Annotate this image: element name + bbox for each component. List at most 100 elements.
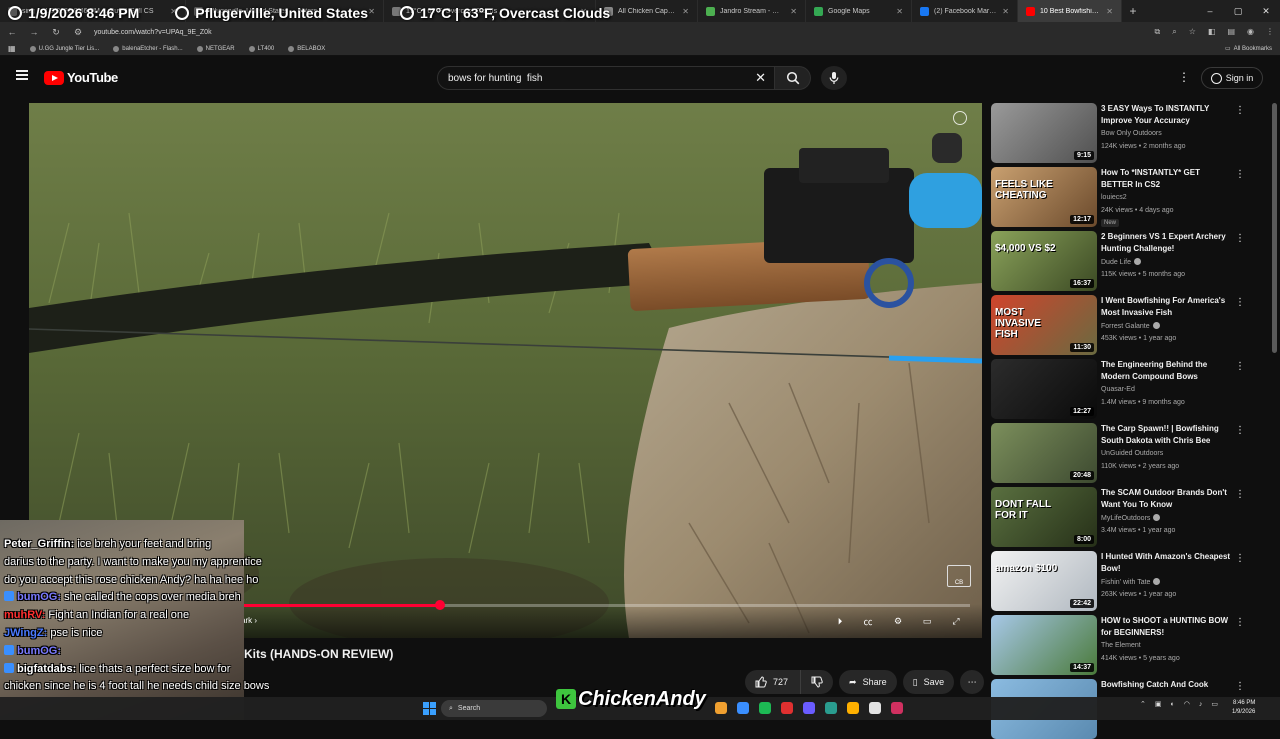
video-options-icon[interactable]: ⋮ [1235,681,1245,692]
save-button[interactable]: ▯ Save [902,670,955,694]
recommended-video[interactable]: 20:48 The Carp Spawn!! | Bowfishing South… [991,423,1251,483]
channel-name[interactable]: Quasar-Ed [1101,386,1135,393]
taskbar-app-icon[interactable] [759,702,771,714]
browser-tab[interactable]: 17°C | 63°F, Overcast Clouds ✕ [384,0,596,22]
taskbar-app-icon[interactable] [869,702,881,714]
channel-watermark-icon[interactable]: CB [947,565,971,587]
browser-tab[interactable]: Pflugerville, United States ... etitors ✕ [186,0,384,22]
url-field[interactable]: youtube.com/watch?v=UPAq_9E_Z0k [94,25,1114,39]
video-thumbnail[interactable]: 20:48 [991,423,1097,483]
video-options-icon[interactable]: ⋮ [1235,169,1245,180]
recommended-video-title[interactable]: 3 EASY Ways To INSTANTLY Improve Your Ac… [1101,103,1233,127]
page-scrollbar[interactable] [1272,103,1277,353]
recommended-video[interactable]: MOST INVASIVE FISH 11:30 I Went Bowfishing… [991,295,1251,355]
dislike-button[interactable] [801,670,834,694]
tray-app-icon[interactable]: ▣ [1155,700,1162,708]
recommended-video[interactable]: DONT FALL FOR IT 8:00 The SCAM Outdoor Bra… [991,487,1251,547]
recommended-video[interactable]: 12:27 The Engineering Behind the Modern C… [991,359,1251,419]
recommended-video[interactable]: 14:37 HOW to SHOOT a HUNTING BOW for BEGI… [991,615,1251,675]
bookmark-item[interactable]: U.GG Jungle Tier Lis... [29,45,99,52]
browser-tab[interactable]: sing ... 1/9/2026 8:46 PM ... Buy & Sell… [0,0,186,22]
close-window-button[interactable]: ✕ [1252,0,1280,22]
voice-search-button[interactable] [821,66,847,90]
maximize-button[interactable]: ▢ [1224,0,1252,22]
recommended-video-title[interactable]: How To *INSTANTLY* GET BETTER In CS2 [1101,167,1233,191]
channel-name[interactable]: Bow Only Outdoors [1101,130,1162,137]
ambient-mode-icon[interactable] [953,111,967,125]
settings-more-icon[interactable]: ⋮ [1178,70,1190,84]
minimize-button[interactable]: – [1196,0,1224,22]
zoom-icon[interactable]: ⌕ [1172,27,1176,37]
apps-icon[interactable]: ▦ [8,44,16,53]
tab-close-icon[interactable]: ✕ [682,7,689,16]
video-thumbnail[interactable]: amazon $100 22:42 [991,551,1097,611]
recommended-video-title[interactable]: 2 Beginners VS 1 Expert Archery Hunting … [1101,231,1233,255]
bookmark-star-icon[interactable]: ☆ [1189,27,1196,37]
taskbar-search[interactable]: ⌕ Search [441,700,547,717]
video-thumbnail[interactable]: DONT FALL FOR IT 8:00 [991,487,1097,547]
taskbar-app-icon[interactable] [825,702,837,714]
subtitles-icon[interactable]: ㏄ [859,614,877,628]
browser-tab[interactable]: Jandro Stream - Watch Li... ✕ [698,0,806,22]
extensions-icon[interactable]: ◧ [1208,27,1216,37]
search-button[interactable] [775,66,811,90]
browser-menu-icon[interactable]: ⋮ [1266,27,1274,37]
taskbar-app-icon[interactable] [803,702,815,714]
channel-name[interactable]: louiecs2 [1101,194,1127,201]
tray-app-icon[interactable]: ◐ [1171,701,1175,708]
theater-mode-icon[interactable]: ▭ [918,614,936,628]
tab-close-icon[interactable]: ✕ [790,7,797,16]
share-button[interactable]: ➦ Share [839,670,897,694]
channel-name[interactable]: Fishin' with Tate [1101,578,1161,586]
profile-icon[interactable]: ◉ [1247,27,1254,37]
video-options-icon[interactable]: ⋮ [1235,489,1245,500]
bookmark-item[interactable]: balenaEtcher - Flash... [113,45,183,52]
more-actions-button[interactable]: ⋯ [960,670,985,694]
tab-close-icon[interactable]: ✕ [580,7,587,16]
recommended-video-title[interactable]: The Engineering Behind the Modern Compou… [1101,359,1233,383]
recommended-video-title[interactable]: I Went Bowfishing For America's Most Inv… [1101,295,1233,319]
clear-search-icon[interactable]: ✕ [755,70,766,86]
channel-name[interactable]: MyLifeOutdoors [1101,514,1161,522]
site-info-icon[interactable]: ⚙ [72,27,84,38]
start-menu-icon[interactable] [423,702,436,715]
recommended-video-title[interactable]: I Hunted With Amazon's Cheapest Bow! [1101,551,1233,575]
all-bookmarks-button[interactable]: ▭ All Bookmarks [1225,45,1272,53]
video-thumbnail[interactable]: MOST INVASIVE FISH 11:30 [991,295,1097,355]
sign-in-button[interactable]: Sign in [1201,67,1263,89]
autoplay-toggle-icon[interactable]: ⏵ [831,614,849,628]
video-options-icon[interactable]: ⋮ [1235,297,1245,308]
fullscreen-icon[interactable]: ⤢ [947,614,965,628]
recommended-video-title[interactable]: The SCAM Outdoor Brands Don't Want You T… [1101,487,1233,511]
install-icon[interactable]: ⧉ [1155,27,1161,37]
video-thumbnail[interactable]: FEELS LIKE CHEATING 12:17 [991,167,1097,227]
browser-tab[interactable]: (2) Facebook Marketplace ✕ [912,0,1018,22]
settings-gear-icon[interactable]: ⚙ [889,614,907,628]
video-options-icon[interactable]: ⋮ [1235,105,1245,116]
tab-close-icon[interactable]: ✕ [896,7,903,16]
forward-button[interactable]: → [28,27,40,37]
video-options-icon[interactable]: ⋮ [1235,617,1245,628]
taskbar-app-icon[interactable] [847,702,859,714]
tab-close-icon[interactable]: ✕ [1002,7,1009,16]
video-thumbnail[interactable]: $4,000 VS $2 16:37 [991,231,1097,291]
back-button[interactable]: ← [6,27,18,37]
channel-name[interactable]: The Element [1101,642,1141,649]
video-options-icon[interactable]: ⋮ [1235,553,1245,564]
channel-name[interactable]: Dude Life [1101,258,1141,266]
hamburger-menu-icon[interactable] [16,70,28,80]
browser-tab[interactable]: All Chicken Capsule Sticke... ✕ [596,0,698,22]
tab-close-icon[interactable]: ✕ [1106,7,1113,16]
video-thumbnail[interactable]: 12:27 [991,359,1097,419]
recommended-video-title[interactable]: HOW to SHOOT a HUNTING BOW for BEGINNERS… [1101,615,1233,639]
channel-name[interactable]: Forrest Galante [1101,322,1160,330]
volume-icon[interactable]: ♪ [1199,701,1203,708]
recommended-video[interactable]: 9:15 3 EASY Ways To INSTANTLY Improve You… [991,103,1251,163]
channel-name[interactable]: UnGuided Outdoors [1101,450,1163,457]
youtube-logo[interactable]: YouTube [44,70,118,85]
tray-chevron-icon[interactable]: ⌃ [1140,700,1146,708]
taskbar-app-icon[interactable] [737,702,749,714]
network-icon[interactable]: ◠ [1184,700,1190,708]
recommended-video[interactable]: amazon $100 22:42 I Hunted With Amazon's C… [991,551,1251,611]
browser-tab[interactable]: Google Maps ✕ [806,0,912,22]
